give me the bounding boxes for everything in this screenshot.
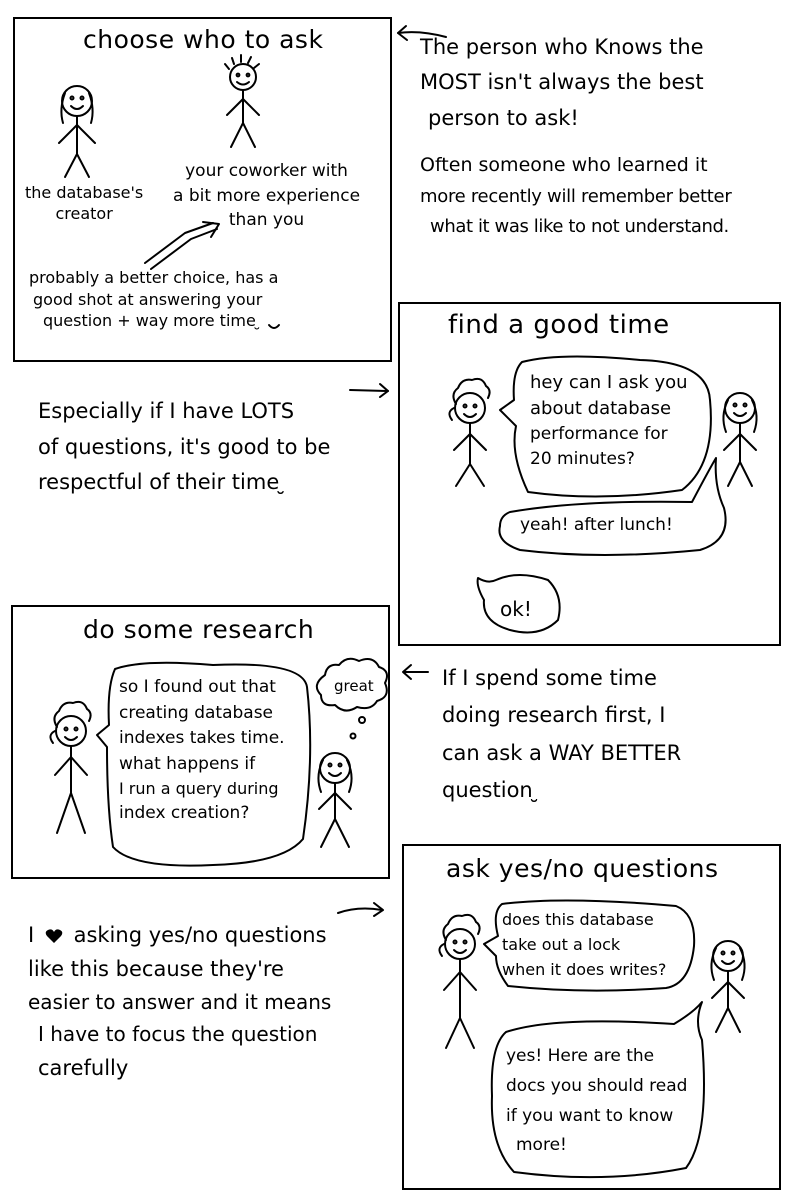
thought-bubble-text: great	[334, 677, 374, 695]
creator-figure	[58, 85, 96, 178]
asker-figure	[448, 377, 491, 487]
arrow-right-icon	[349, 383, 389, 398]
note-respectful-of-time: Especially if I have LOTS of questions, …	[38, 399, 331, 495]
listener-figure	[722, 392, 758, 487]
researcher-figure	[49, 700, 92, 834]
asker-figure	[438, 913, 481, 1049]
arrow-right-icon	[337, 902, 384, 917]
answer-bubble-text: yes! Here are the docs you should read i…	[506, 1046, 688, 1156]
panel-do-some-research: do some research so I found out that cre…	[11, 605, 390, 879]
question-bubble-text: does this database take out a lock when …	[502, 910, 667, 979]
note-yes-no-questions: I asking yes/no questions like this beca…	[28, 923, 332, 1080]
arrow-icon	[144, 221, 220, 270]
panel-find-a-good-time: find a good time hey can I ask you about…	[398, 302, 781, 646]
note-i: I	[28, 923, 35, 947]
expert-figure	[710, 940, 746, 1033]
note-person-who-knows: The person who Knows the MOST isn't alwa…	[420, 35, 732, 237]
arrow-left-icon	[402, 664, 429, 680]
speech-bubble	[498, 457, 727, 556]
ok-bubble-text: ok!	[500, 597, 532, 621]
smile-icon	[268, 324, 280, 329]
heart-icon	[45, 929, 63, 943]
panel-choose-who-to-ask: choose who to ask the database's creator…	[13, 17, 392, 362]
reply-bubble-text: yeah! after lunch!	[520, 515, 673, 535]
note-asking: asking yes/no questions	[73, 923, 327, 947]
coworker-figure	[224, 54, 260, 148]
listener-figure	[317, 752, 353, 848]
panel-ask-yes-no-questions: ask yes/no questions does this database …	[402, 844, 781, 1190]
panel1-drawings	[58, 54, 280, 329]
note-research-first: If I spend some time doing research firs…	[442, 666, 682, 803]
question-bubble-text: so I found out that creating database in…	[119, 677, 285, 823]
panel2-drawings	[448, 355, 758, 634]
ask-bubble-text: hey can I ask you about database perform…	[530, 372, 688, 469]
